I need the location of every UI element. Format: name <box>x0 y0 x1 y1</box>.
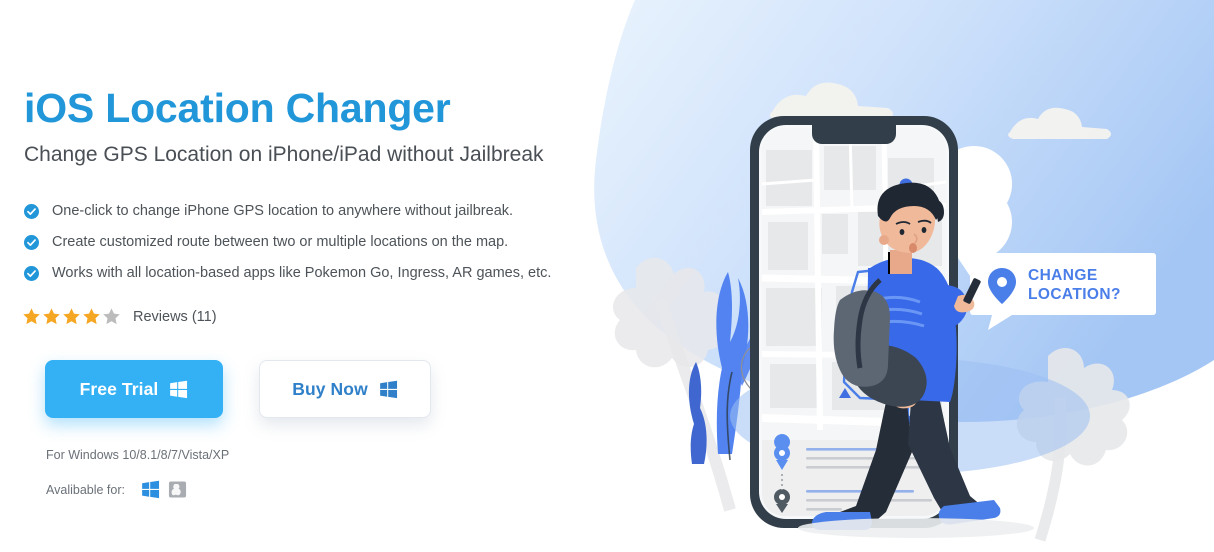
callout-line-2: LOCATION? <box>1028 286 1121 303</box>
mac-logo-icon[interactable] <box>168 480 187 499</box>
check-circle-icon <box>24 235 39 250</box>
os-support-note: For Windows 10/8.1/8/7/Vista/XP <box>46 448 230 462</box>
star-icon-filled <box>42 307 61 326</box>
page-subtitle: Change GPS Location on iPhone/iPad witho… <box>24 143 544 166</box>
star-icon-filled <box>62 307 81 326</box>
phone-notch <box>812 125 896 144</box>
free-trial-label: Free Trial <box>79 378 159 399</box>
reviews-count-label: Reviews (11) <box>133 308 217 325</box>
check-circle-icon <box>24 204 39 219</box>
page-title: iOS Location Changer <box>24 85 451 132</box>
mouth <box>909 243 917 253</box>
availability-row: Avalibable for: <box>46 480 195 499</box>
hero-content: iOS Location Changer Change GPS Location… <box>0 0 660 552</box>
star-icon-filled <box>22 307 41 326</box>
free-trial-button[interactable]: Free Trial <box>45 360 223 418</box>
availability-label: Avalibable for: <box>46 482 125 497</box>
buy-now-button[interactable]: Buy Now <box>259 360 431 418</box>
rating-row: Reviews (11) <box>22 307 217 326</box>
eye-left <box>899 229 905 235</box>
star-icon-empty <box>102 307 121 326</box>
ear <box>879 235 889 245</box>
feature-item: Create customized route between two or m… <box>24 233 644 253</box>
buy-now-label: Buy Now <box>292 378 368 399</box>
feature-text: Create customized route between two or m… <box>52 234 509 250</box>
feature-item: Works with all location-based apps like … <box>24 264 644 284</box>
check-circle-icon <box>24 266 39 281</box>
windows-logo-icon <box>379 380 398 399</box>
feature-text: Works with all location-based apps like … <box>52 265 552 281</box>
windows-logo-icon[interactable] <box>141 480 160 499</box>
star-icon-filled <box>82 307 101 326</box>
windows-logo-icon <box>169 380 188 399</box>
feature-text: One-click to change iPhone GPS location … <box>52 203 514 219</box>
ground-shadow <box>798 518 1034 538</box>
callout-line-1: CHANGE <box>1028 267 1098 284</box>
eye-right <box>921 227 927 233</box>
landing-page: CHANGE LOCATION? iOS Location Changer Ch… <box>0 0 1214 552</box>
feature-list: One-click to change iPhone GPS location … <box>24 202 644 295</box>
cta-button-row: Free Trial Buy Now <box>45 360 431 418</box>
feature-item: One-click to change iPhone GPS location … <box>24 202 644 222</box>
